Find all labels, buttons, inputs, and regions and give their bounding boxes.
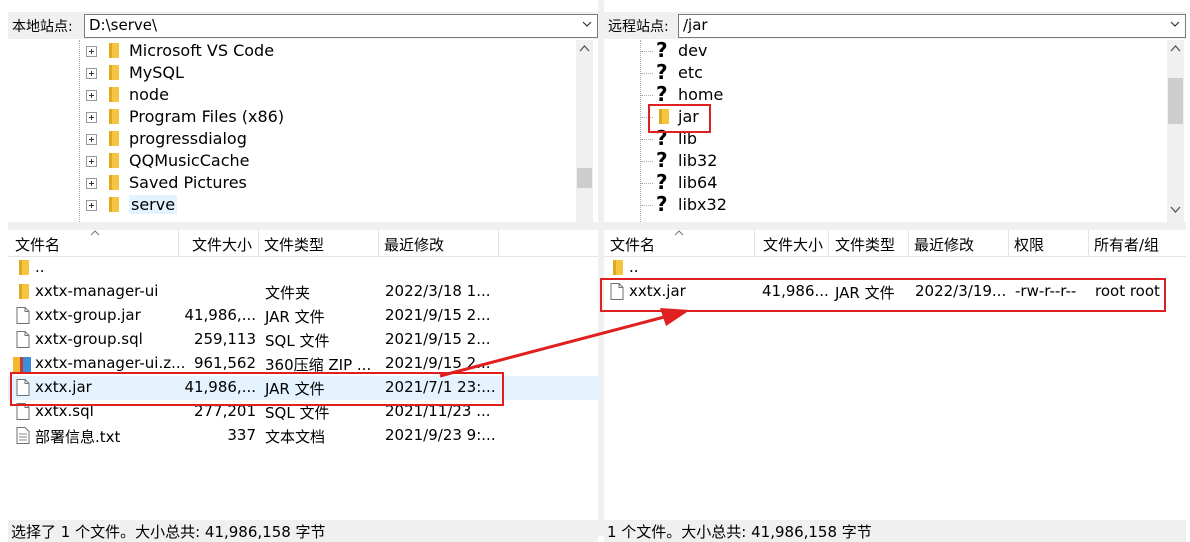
upload-arrow-annotation bbox=[439, 308, 690, 378]
